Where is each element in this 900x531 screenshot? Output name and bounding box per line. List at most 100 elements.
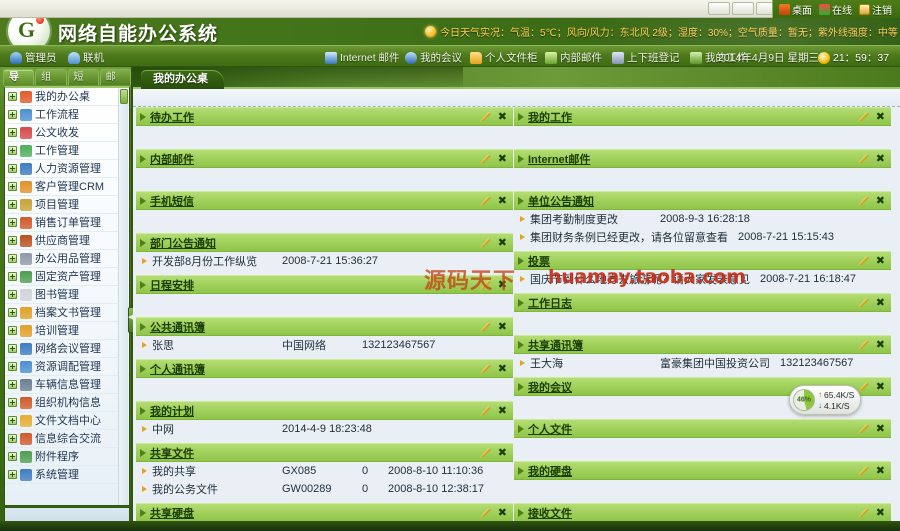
nav-attendance[interactable]: 上下班登记 xyxy=(612,50,680,65)
widget-title[interactable]: 单位公告通知 xyxy=(528,193,594,209)
edit-pencil-icon[interactable] xyxy=(857,340,869,350)
edit-pencil-icon[interactable] xyxy=(857,424,869,434)
widget-cell-0[interactable]: 王大海 xyxy=(530,355,650,371)
expand-plus-icon[interactable] xyxy=(8,128,17,137)
quicklaunch-logout[interactable]: 注销 xyxy=(857,2,894,17)
expand-plus-icon[interactable] xyxy=(8,416,17,425)
sidebar-item-9[interactable]: 办公用品管理 xyxy=(5,250,129,268)
sidebar-item-13[interactable]: 培训管理 xyxy=(5,322,129,340)
widget-cell-0[interactable]: 国庆节到什么地方去旅游呢？请大家发表意见 xyxy=(530,271,750,287)
widget-title[interactable]: 个人文件 xyxy=(528,421,572,437)
widget-title[interactable]: 待办工作 xyxy=(150,109,194,125)
close-icon[interactable]: ✖ xyxy=(876,297,885,308)
sidebar-item-4[interactable]: 人力资源管理 xyxy=(5,160,129,178)
sidebar-item-3[interactable]: 工作管理 xyxy=(5,142,129,160)
user-admin[interactable]: 管理员 xyxy=(10,50,57,65)
widget-title[interactable]: 内部邮件 xyxy=(150,151,194,167)
widget-row[interactable]: 王大海 富豪集团中国投资公司 132123467567 xyxy=(514,354,891,372)
widget-cell-0[interactable]: 开发部8月份工作纵览 xyxy=(152,253,272,269)
expand-plus-icon[interactable] xyxy=(8,164,17,173)
nav-my-meeting[interactable]: 我的会议 xyxy=(405,50,462,65)
edit-pencil-icon[interactable] xyxy=(857,466,869,476)
close-icon[interactable]: ✖ xyxy=(876,195,885,206)
nav-internet-mail[interactable]: Internet 邮件 xyxy=(325,50,400,65)
close-icon[interactable]: ✖ xyxy=(876,465,885,476)
expand-plus-icon[interactable] xyxy=(8,200,17,209)
widget-cell-0[interactable]: 我的共享 xyxy=(152,463,272,479)
edit-pencil-icon[interactable] xyxy=(857,256,869,266)
sidebar-item-20[interactable]: 附件程序 xyxy=(5,448,129,466)
expand-plus-icon[interactable] xyxy=(8,362,17,371)
close-icon[interactable]: ✖ xyxy=(498,111,507,122)
widget-title[interactable]: 个人通讯簿 xyxy=(150,361,205,377)
expand-plus-icon[interactable] xyxy=(8,308,17,317)
widget-title[interactable]: 共享文件 xyxy=(150,445,194,461)
edit-pencil-icon[interactable] xyxy=(479,154,491,164)
close-icon[interactable]: ✖ xyxy=(876,381,885,392)
widget-row[interactable]: 国庆节到什么地方去旅游呢？请大家发表意见 2008-7-21 16:18:47 xyxy=(514,270,891,288)
widget-title[interactable]: 日程安排 xyxy=(150,277,194,293)
close-icon[interactable]: ✖ xyxy=(498,237,507,248)
widget-title[interactable]: 我的工作 xyxy=(528,109,572,125)
expand-plus-icon[interactable] xyxy=(8,236,17,245)
widget-row[interactable]: 集团财务条例已经更改，请各位留意查看 2008-7-21 15:15:43 xyxy=(514,228,891,246)
close-icon[interactable]: ✖ xyxy=(498,321,507,332)
expand-plus-icon[interactable] xyxy=(8,146,17,155)
sidebar-item-18[interactable]: 文件文档中心 xyxy=(5,412,129,430)
sidebar-item-0[interactable]: 我的办公桌 xyxy=(5,88,129,106)
expand-plus-icon[interactable] xyxy=(8,470,17,479)
expand-plus-icon[interactable] xyxy=(8,344,17,353)
widget-title[interactable]: 我的会议 xyxy=(528,379,572,395)
sidebar-item-1[interactable]: 工作流程 xyxy=(5,106,129,124)
edit-pencil-icon[interactable] xyxy=(857,298,869,308)
expand-plus-icon[interactable] xyxy=(8,272,17,281)
close-icon[interactable]: ✖ xyxy=(876,255,885,266)
expand-plus-icon[interactable] xyxy=(8,218,17,227)
sidebar-item-8[interactable]: 供应商管理 xyxy=(5,232,129,250)
widget-title[interactable]: 部门公告通知 xyxy=(150,235,216,251)
sidebar-item-10[interactable]: 固定资产管理 xyxy=(5,268,129,286)
edit-pencil-icon[interactable] xyxy=(857,508,869,518)
sidebar-scrollbar-thumb[interactable] xyxy=(120,89,128,104)
edit-pencil-icon[interactable] xyxy=(479,280,491,290)
expand-plus-icon[interactable] xyxy=(8,434,17,443)
sidebar-tab-2[interactable]: 短信 xyxy=(67,69,99,99)
nav-personal-cabinet[interactable]: 个人文件柜 xyxy=(470,50,538,65)
expand-plus-icon[interactable] xyxy=(8,92,17,101)
close-icon[interactable]: ✖ xyxy=(876,111,885,122)
widget-title[interactable]: 共享通讯簿 xyxy=(528,337,583,353)
widget-cell-0[interactable]: 中网 xyxy=(152,421,272,437)
sidebar-item-5[interactable]: 客户管理CRM xyxy=(5,178,129,196)
close-icon[interactable]: ✖ xyxy=(498,507,507,518)
user-online[interactable]: 联机 xyxy=(68,50,104,65)
widget-title[interactable]: 接收文件 xyxy=(528,505,572,521)
close-icon[interactable]: ✖ xyxy=(876,339,885,350)
edit-pencil-icon[interactable] xyxy=(479,508,491,518)
sidebar-item-14[interactable]: 网络会议管理 xyxy=(5,340,129,358)
sidebar-item-15[interactable]: 资源调配管理 xyxy=(5,358,129,376)
edit-pencil-icon[interactable] xyxy=(479,112,491,122)
expand-plus-icon[interactable] xyxy=(8,398,17,407)
sidebar-item-16[interactable]: 车辆信息管理 xyxy=(5,376,129,394)
edit-pencil-icon[interactable] xyxy=(857,382,869,392)
sidebar-item-19[interactable]: 信息综合交流 xyxy=(5,430,129,448)
widget-row[interactable]: 中网 2014-4-9 18:23:48 xyxy=(136,420,513,438)
quicklaunch-desktop[interactable]: 桌面 xyxy=(777,2,814,17)
edit-pencil-icon[interactable] xyxy=(479,196,491,206)
widget-title[interactable]: 工作日志 xyxy=(528,295,572,311)
window-button-2[interactable] xyxy=(732,2,754,15)
widget-row[interactable]: 开发部8月份工作纵览 2008-7-21 15:36:27 xyxy=(136,252,513,270)
quick-launch-bar[interactable]: 桌面 在线 注销 xyxy=(772,0,900,18)
sidebar-scrollbar[interactable] xyxy=(118,89,128,505)
nav-inner-mail[interactable]: 内部邮件 xyxy=(545,50,602,65)
expand-plus-icon[interactable] xyxy=(8,254,17,263)
widget-row[interactable]: 我的共享 GX085 0 2008-8-10 11:10:36 xyxy=(136,462,513,480)
window-button-1[interactable] xyxy=(708,2,730,15)
edit-pencil-icon[interactable] xyxy=(857,196,869,206)
expand-plus-icon[interactable] xyxy=(8,452,17,461)
edit-pencil-icon[interactable] xyxy=(479,406,491,416)
edit-pencil-icon[interactable] xyxy=(479,364,491,374)
widget-title[interactable]: 我的硬盘 xyxy=(528,463,572,479)
window-buttons[interactable] xyxy=(708,0,778,17)
edit-pencil-icon[interactable] xyxy=(479,238,491,248)
